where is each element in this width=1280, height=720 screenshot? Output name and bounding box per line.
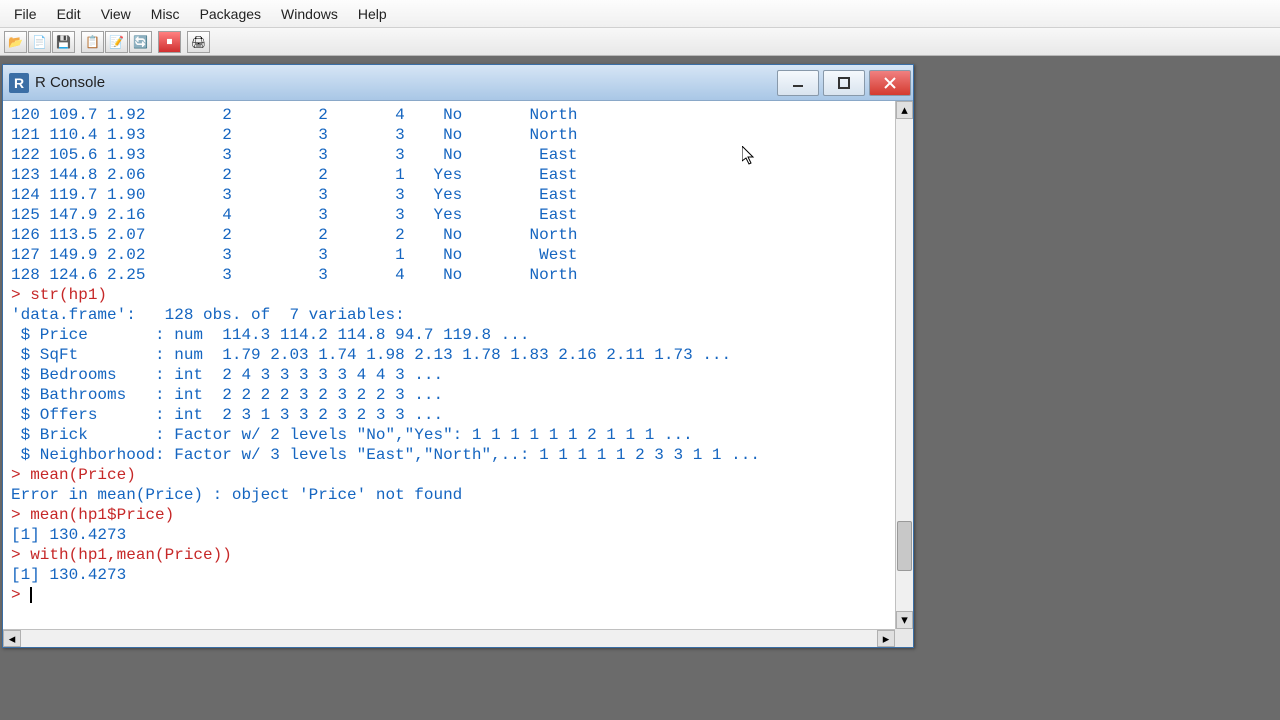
scroll-thumb[interactable] <box>897 521 912 571</box>
load-button[interactable]: 📄 <box>28 31 51 53</box>
save-button[interactable]: 💾 <box>52 31 75 53</box>
scroll-left-button[interactable]: ◂ <box>3 630 21 647</box>
menu-file[interactable]: File <box>4 2 47 25</box>
close-icon <box>884 77 896 89</box>
menu-packages[interactable]: Packages <box>190 2 271 25</box>
paste-button[interactable]: 📝 <box>105 31 128 53</box>
r-icon: R <box>9 73 29 93</box>
titlebar[interactable]: R R Console <box>3 65 913 101</box>
maximize-icon <box>838 77 850 89</box>
scroll-corner <box>895 629 913 647</box>
menu-edit[interactable]: Edit <box>47 2 91 25</box>
menu-windows[interactable]: Windows <box>271 2 348 25</box>
menu-help[interactable]: Help <box>348 2 397 25</box>
maximize-button[interactable] <box>823 70 865 96</box>
open-button[interactable]: 📂 <box>4 31 27 53</box>
console-body[interactable]: 120 109.7 1.92 2 2 4 No North 121 110.4 … <box>3 101 913 647</box>
toolbar: 📂 📄 💾 📋 📝 🔄 ⏹ 🖨 <box>0 28 1280 56</box>
menu-view[interactable]: View <box>91 2 141 25</box>
scroll-right-button[interactable]: ▸ <box>877 630 895 647</box>
minimize-button[interactable] <box>777 70 819 96</box>
menubar: File Edit View Misc Packages Windows Hel… <box>0 0 1280 28</box>
minimize-icon <box>792 77 804 89</box>
scroll-up-button[interactable]: ▴ <box>896 101 913 119</box>
refresh-button[interactable]: 🔄 <box>129 31 152 53</box>
vertical-scrollbar[interactable]: ▴ ▾ <box>895 101 913 629</box>
scroll-down-button[interactable]: ▾ <box>896 611 913 629</box>
close-button[interactable] <box>869 70 911 96</box>
horizontal-scrollbar[interactable]: ◂ ▸ <box>3 629 895 647</box>
copy-button[interactable]: 📋 <box>81 31 104 53</box>
window-title: R Console <box>35 74 777 91</box>
menu-misc[interactable]: Misc <box>141 2 190 25</box>
r-console-window: R R Console 120 109.7 1.92 2 2 4 No Nort… <box>2 64 914 648</box>
print-button[interactable]: 🖨 <box>187 31 210 53</box>
mdi-area: R R Console 120 109.7 1.92 2 2 4 No Nort… <box>0 56 1280 720</box>
console-output[interactable]: 120 109.7 1.92 2 2 4 No North 121 110.4 … <box>3 101 895 629</box>
stop-button[interactable]: ⏹ <box>158 31 181 53</box>
